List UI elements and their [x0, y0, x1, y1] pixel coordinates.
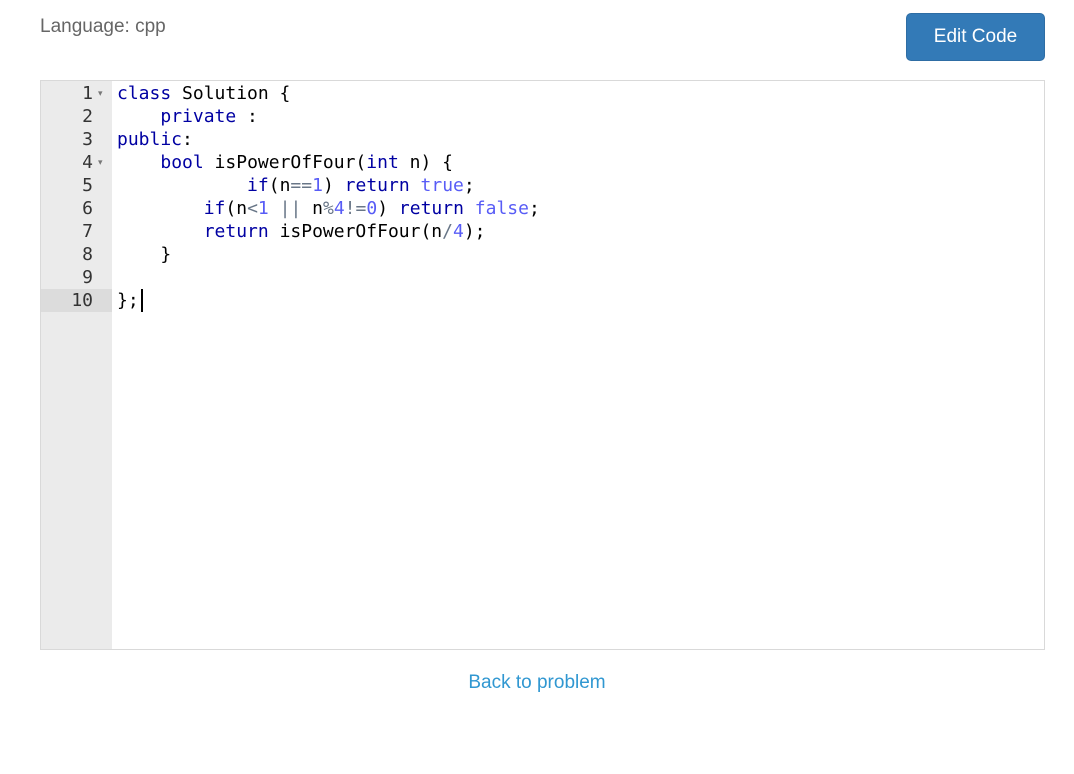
code-token: % — [322, 198, 334, 219]
fold-toggle-icon[interactable]: ▾ — [98, 151, 103, 174]
language-label: Language: cpp — [40, 16, 166, 37]
line-number: 8 — [82, 244, 93, 265]
code-token: 1 — [312, 175, 323, 196]
code-token: if — [203, 198, 226, 219]
code-token: private — [160, 106, 237, 127]
code-area[interactable]: class Solution { private : public: bool i… — [117, 81, 1044, 649]
line-number: 5 — [82, 175, 93, 196]
code-token: false — [474, 198, 529, 219]
code-line: }; — [117, 289, 139, 312]
code-token: return — [203, 221, 269, 242]
code-token: isPowerOfFour( — [203, 152, 367, 173]
code-token: } — [117, 244, 172, 265]
code-line: return isPowerOfFour(n/4); — [117, 220, 486, 243]
code-token: ; — [528, 198, 540, 219]
code-token: : — [236, 106, 258, 127]
code-token: isPowerOfFour(n — [268, 221, 443, 242]
code-token: : — [182, 129, 193, 150]
code-token: (n — [225, 198, 248, 219]
code-token: if — [247, 175, 269, 196]
code-token: ) — [322, 175, 345, 196]
code-token: (n — [268, 175, 291, 196]
code-line: private : — [117, 105, 258, 128]
code-token: n — [301, 198, 323, 219]
code-token: ) — [377, 198, 399, 219]
fold-toggle-icon[interactable]: ▾ — [98, 82, 103, 105]
code-token: n) { — [398, 152, 453, 173]
code-token: return — [344, 175, 410, 196]
code-token: bool — [160, 152, 204, 173]
line-number: 7 — [82, 221, 93, 242]
line-number: 10 — [41, 289, 112, 312]
code-line: public: — [117, 128, 193, 151]
line-number-gutter: 1 ▾ 2 3 4 ▾ 5 6 7 8 9 10 — [41, 81, 112, 649]
code-token: ; — [463, 175, 475, 196]
code-line: class Solution { — [117, 82, 290, 105]
code-token: != — [344, 198, 367, 219]
back-link-row: Back to problem — [0, 672, 1074, 694]
code-token: 4 — [452, 221, 464, 242]
code-token: int — [366, 152, 399, 173]
code-token: == — [290, 175, 313, 196]
code-token: public — [117, 129, 183, 150]
code-token: true — [420, 175, 464, 196]
line-number: 6 — [82, 198, 93, 219]
code-token: ); — [463, 221, 486, 242]
code-token: 0 — [366, 198, 378, 219]
code-token: 4 — [333, 198, 345, 219]
edit-code-button[interactable]: Edit Code — [906, 13, 1045, 61]
code-token: 1 — [257, 198, 269, 219]
code-token: / — [442, 221, 453, 242]
code-line: if(n==1) return true; — [117, 174, 475, 197]
line-number: 3 — [82, 129, 93, 150]
code-line: } — [117, 243, 171, 266]
code-token: return — [398, 198, 464, 219]
text-cursor — [141, 289, 143, 312]
code-editor[interactable]: 1 ▾ 2 3 4 ▾ 5 6 7 8 9 10 class Solution { private :… — [40, 80, 1045, 650]
code-line: bool isPowerOfFour(int n) { — [117, 151, 453, 174]
back-to-problem-link[interactable]: Back to problem — [468, 672, 605, 693]
line-number: 2 — [82, 106, 93, 127]
code-token: class — [117, 83, 172, 104]
code-token: < — [247, 198, 258, 219]
code-line: if(n<1 || n%4!=0) return false; — [117, 197, 540, 220]
code-token: }; — [117, 290, 139, 311]
code-token: Solution { — [171, 83, 291, 104]
page: Language: cpp Edit Code 1 ▾ 2 3 4 ▾ 5 6 7 8 9 10 cl… — [0, 0, 1074, 774]
code-token: || — [279, 198, 302, 219]
line-number: 9 — [82, 267, 93, 288]
